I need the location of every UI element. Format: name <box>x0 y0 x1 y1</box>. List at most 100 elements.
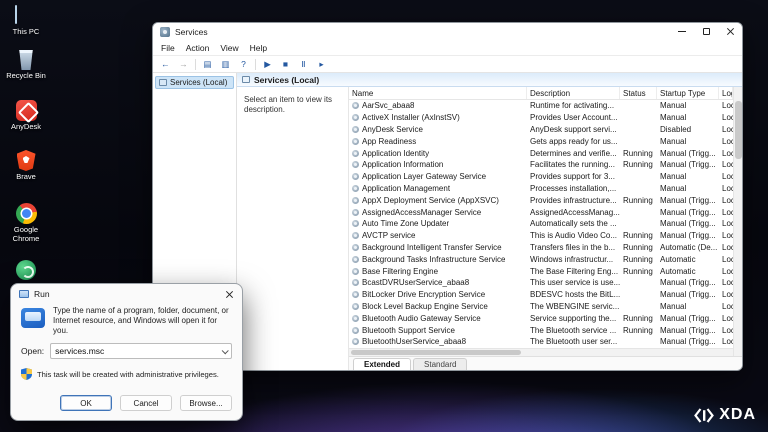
menu-item[interactable]: Action <box>186 43 210 53</box>
service-startup-type: Automatic <box>657 267 719 276</box>
run-titlebar[interactable]: Run <box>11 284 242 304</box>
service-name: Application Layer Gateway Service <box>362 172 486 181</box>
service-row[interactable]: App Readiness Gets apps ready for us... … <box>349 135 733 147</box>
close-button[interactable] <box>718 23 742 39</box>
minimize-icon <box>678 31 686 32</box>
icon-label: Google Chrome <box>3 226 49 243</box>
cancel-button[interactable]: Cancel <box>120 395 172 411</box>
service-startup-type: Manual <box>657 113 719 122</box>
service-row[interactable]: AnyDesk Service AnyDesk support servi...… <box>349 124 733 136</box>
service-row[interactable]: Auto Time Zone Updater Automatically set… <box>349 218 733 230</box>
desktop: { "desktop": { "icons": [ { "label": "Th… <box>0 0 768 432</box>
service-startup-type: Manual <box>657 137 719 146</box>
column-header-logon[interactable]: Log <box>719 87 733 99</box>
service-row[interactable]: Application Layer Gateway Service Provid… <box>349 171 733 183</box>
combobox-dropdown-button[interactable] <box>217 344 231 358</box>
toolbar-separator <box>195 59 196 70</box>
pause-service-icon[interactable]: Ⅱ <box>297 58 310 71</box>
browse-button[interactable]: Browse... <box>180 395 232 411</box>
console-icon <box>242 76 250 83</box>
service-description: Facilitates the running... <box>527 160 620 169</box>
service-startup-type: Manual (Trigg... <box>657 314 719 323</box>
forward-icon[interactable]: → <box>177 58 190 71</box>
desktop-icon-this-pc[interactable]: This PC <box>2 6 50 37</box>
vertical-scrollbar[interactable] <box>733 87 742 356</box>
service-row[interactable]: Bluetooth Audio Gateway Service Service … <box>349 312 733 324</box>
maximize-button[interactable] <box>694 23 718 39</box>
open-combobox[interactable] <box>50 343 232 359</box>
desktop-icon-anydesk[interactable]: AnyDesk <box>2 100 50 132</box>
service-row[interactable]: AVCTP service This is Audio Video Co... … <box>349 230 733 242</box>
service-logon: Loc... <box>719 160 733 169</box>
service-logon: Loc... <box>719 184 733 193</box>
desktop-icon-brave[interactable]: Brave <box>2 150 50 182</box>
back-icon[interactable]: ← <box>159 58 172 71</box>
service-row[interactable]: BcastDVRUserService_abaa8 This user serv… <box>349 277 733 289</box>
vertical-scrollbar-thumb[interactable] <box>735 101 742 159</box>
horizontal-scrollbar[interactable] <box>349 348 733 356</box>
service-startup-type: Manual <box>657 184 719 193</box>
minimize-button[interactable] <box>670 23 694 39</box>
service-row[interactable]: Base Filtering Engine The Base Filtering… <box>349 265 733 277</box>
stop-service-icon[interactable]: ■ <box>279 58 292 71</box>
tab-standard[interactable]: Standard <box>413 358 467 370</box>
show-console-tree-icon[interactable]: ▤ <box>201 58 214 71</box>
column-header-name[interactable]: Name <box>349 87 527 99</box>
tree-item-services-local[interactable]: Services (Local) <box>155 76 234 89</box>
open-input[interactable] <box>51 346 217 356</box>
service-name: Auto Time Zone Updater <box>362 219 449 228</box>
start-service-icon[interactable]: ▶ <box>261 58 274 71</box>
column-header-status[interactable]: Status <box>620 87 657 99</box>
menu-item[interactable]: Help <box>250 43 267 53</box>
ok-button[interactable]: OK <box>60 395 112 411</box>
service-logon: Loc... <box>719 196 733 205</box>
desktop-icon-recycle-bin[interactable]: Recycle Bin <box>2 50 50 81</box>
service-row[interactable]: Application Information Facilitates the … <box>349 159 733 171</box>
service-row[interactable]: AppX Deployment Service (AppXSVC) Provid… <box>349 194 733 206</box>
service-row[interactable]: AssignedAccessManager Service AssignedAc… <box>349 206 733 218</box>
desktop-icon-google-chrome[interactable]: Google Chrome <box>2 203 50 243</box>
menu-item[interactable]: View <box>220 43 238 53</box>
service-row[interactable]: Bluetooth Support Service The Bluetooth … <box>349 324 733 336</box>
column-header-startup[interactable]: Startup Type <box>657 87 719 99</box>
chrome-icon <box>16 203 37 224</box>
service-name: ActiveX Installer (AxInstSV) <box>362 113 460 122</box>
tab-extended[interactable]: Extended <box>353 358 411 370</box>
window-title: Services <box>175 27 208 37</box>
service-row[interactable]: Background Intelligent Transfer Service … <box>349 242 733 254</box>
service-name: Bluetooth Audio Gateway Service <box>362 314 481 323</box>
service-description: AnyDesk support servi... <box>527 125 620 134</box>
export-list-icon[interactable]: ▥ <box>219 58 232 71</box>
console-icon <box>159 79 167 86</box>
service-row[interactable]: BluetoothUserService_abaa8 The Bluetooth… <box>349 336 733 348</box>
services-titlebar[interactable]: Services <box>153 23 742 41</box>
services-app-icon <box>160 27 170 37</box>
watermark-text: XDA <box>719 406 756 424</box>
service-icon <box>352 185 359 192</box>
recycle-bin-icon <box>18 50 34 70</box>
services-table-body: AarSvc_abaa8 Runtime for activating... M… <box>349 100 733 348</box>
service-icon <box>352 338 359 345</box>
service-row[interactable]: Application Identity Determines and veri… <box>349 147 733 159</box>
service-description: The Bluetooth user ser... <box>527 337 620 346</box>
run-close-button[interactable] <box>216 284 242 304</box>
brave-icon <box>17 150 36 171</box>
column-header-description[interactable]: Description <box>527 87 620 99</box>
desktop-icon-app[interactable] <box>2 260 50 282</box>
menu-item[interactable]: File <box>161 43 175 53</box>
service-row[interactable]: Background Tasks Infrastructure Service … <box>349 253 733 265</box>
service-row[interactable]: Block Level Backup Engine Service The WB… <box>349 301 733 313</box>
horizontal-scrollbar-thumb[interactable] <box>351 350 521 355</box>
service-row[interactable]: AarSvc_abaa8 Runtime for activating... M… <box>349 100 733 112</box>
admin-privileges-note: This task will be created with administr… <box>37 370 219 379</box>
service-icon <box>352 209 359 216</box>
uac-shield-icon <box>21 368 32 380</box>
service-row[interactable]: Application Management Processes install… <box>349 183 733 195</box>
service-icon <box>352 315 359 322</box>
service-row[interactable]: ActiveX Installer (AxInstSV) Provides Us… <box>349 112 733 124</box>
service-row[interactable]: BitLocker Drive Encryption Service BDESV… <box>349 289 733 301</box>
restart-service-icon[interactable]: ▸ <box>315 58 328 71</box>
service-logon: Loc... <box>719 172 733 181</box>
service-icon <box>352 197 359 204</box>
help-icon[interactable]: ? <box>237 58 250 71</box>
